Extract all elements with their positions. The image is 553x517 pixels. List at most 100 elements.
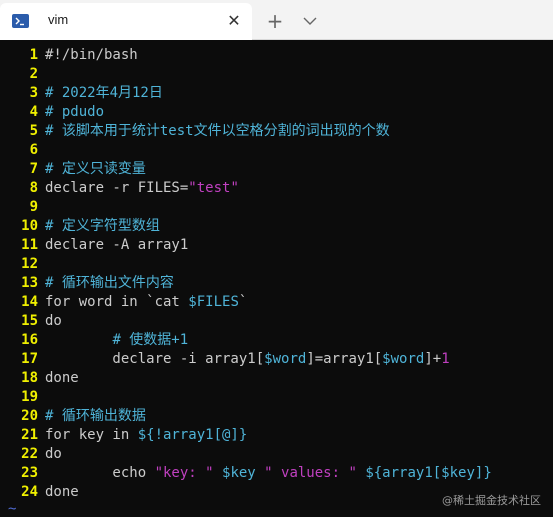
code-line: 15 do	[0, 312, 62, 331]
code-token: declare -i array1[	[45, 351, 265, 367]
code-line: 24 done	[0, 483, 79, 502]
code-text: # 定义只读变量	[45, 161, 146, 177]
code-token: do	[45, 446, 62, 462]
line-number: 13	[21, 275, 38, 291]
line-number: 17	[21, 351, 38, 367]
code-line: 6	[0, 141, 45, 160]
code-text: do	[45, 446, 62, 462]
code-text: # 循环输出文件内容	[45, 275, 174, 291]
line-number: 11	[21, 237, 38, 253]
line-number: 14	[21, 294, 38, 310]
code-token: # 定义只读变量	[45, 161, 146, 177]
code-token: $key	[222, 465, 256, 481]
title-bar: vim ✕ +	[0, 0, 553, 40]
tab-vim[interactable]: vim ✕	[0, 3, 252, 40]
code-token: # pdudo	[45, 104, 105, 120]
code-token: done	[45, 484, 79, 500]
code-text: done	[45, 484, 79, 500]
line-number: 9	[29, 199, 38, 215]
code-token: "key: "	[154, 465, 223, 481]
code-line: 4 # pdudo	[0, 103, 104, 122]
code-line: 12	[0, 255, 45, 274]
code-token: # 使数据+1	[112, 332, 189, 348]
code-text: # pdudo	[45, 104, 104, 120]
new-tab-button[interactable]: +	[263, 9, 287, 33]
code-token: "test"	[188, 180, 239, 196]
terminal-icon	[12, 14, 29, 28]
code-line: 2	[0, 65, 45, 84]
code-line: 10 # 定义字符型数组	[0, 217, 160, 236]
code-text: # 定义字符型数组	[45, 218, 160, 234]
code-text: for word in `cat $FILES`	[45, 294, 247, 310]
watermark: @稀土掘金技术社区	[442, 494, 541, 507]
code-line: 21 for key in ${!array1[@]}	[0, 426, 247, 445]
code-line: 23 echo "key: " $key " values: " ${array…	[0, 464, 492, 483]
code-text: for key in ${!array1[@]}	[45, 427, 247, 443]
code-text: echo "key: " $key " values: " ${array1[$…	[45, 465, 492, 481]
code-line: 11 declare -A array1	[0, 236, 188, 255]
code-token: for key in	[45, 427, 138, 443]
code-line: 8 declare -r FILES="test"	[0, 179, 239, 198]
line-number: 18	[21, 370, 38, 386]
code-token: # 循环输出文件内容	[45, 275, 174, 291]
line-number: 7	[29, 161, 38, 177]
code-line: 19	[0, 388, 45, 407]
code-text: declare -i array1[$word]=array1[$word]+1	[45, 351, 450, 367]
code-text: done	[45, 370, 79, 386]
code-token: $word	[382, 351, 425, 367]
code-token: ]+	[424, 351, 442, 367]
code-token: declare -r FILES=	[45, 180, 189, 196]
code-line: 17 declare -i array1[$word]=array1[$word…	[0, 350, 450, 369]
close-tab-icon[interactable]: ✕	[222, 9, 246, 33]
code-line: 14 for word in `cat $FILES`	[0, 293, 247, 312]
code-line: 3 # 2022年4月12日	[0, 84, 163, 103]
code-text: #!/bin/bash	[45, 47, 138, 63]
line-number: 20	[21, 408, 38, 424]
line-number: 16	[21, 332, 38, 348]
code-text: declare -A array1	[45, 237, 188, 253]
code-line: 18 done	[0, 369, 79, 388]
line-number: 23	[21, 465, 38, 481]
line-number: 2	[29, 66, 38, 82]
line-number: 6	[29, 142, 38, 158]
code-token: ${array1[$key]}	[365, 465, 492, 481]
code-line: 7 # 定义只读变量	[0, 160, 146, 179]
code-line: 20 # 循环输出数据	[0, 407, 146, 426]
line-number: 1	[29, 47, 38, 63]
code-line: 9	[0, 198, 45, 217]
line-number: 15	[21, 313, 38, 329]
code-line: 1 #!/bin/bash	[0, 46, 138, 65]
code-line: 16 # 使数据+1	[0, 331, 188, 350]
line-number: 22	[21, 446, 38, 462]
chevron-down-icon[interactable]	[298, 9, 322, 33]
line-number: 12	[21, 256, 38, 272]
code-line: 13 # 循环输出文件内容	[0, 274, 174, 293]
line-number: 10	[21, 218, 38, 234]
code-text: # 该脚本用于统计test文件以空格分割的词出现的个数	[45, 123, 390, 139]
line-number: 24	[21, 484, 38, 500]
code-line: 22 do	[0, 445, 62, 464]
code-token: ${!array1[@]}	[137, 427, 248, 443]
code-text: # 2022年4月12日	[45, 85, 163, 101]
code-token: declare -A array1	[45, 237, 189, 253]
line-number: 4	[29, 104, 38, 120]
code-token: # 2022年4月12日	[45, 85, 163, 101]
code-token: # 定义字符型数组	[45, 218, 160, 234]
line-number: 21	[21, 427, 38, 443]
code-token: ]=array1[	[306, 351, 383, 367]
code-token: " values: "	[255, 465, 366, 481]
line-number: 5	[29, 123, 38, 139]
code-token: 1	[441, 351, 450, 367]
code-token: for word in `cat	[45, 294, 189, 310]
line-number: 19	[21, 389, 38, 405]
line-number: 8	[29, 180, 38, 196]
code-token: $FILES	[188, 294, 239, 310]
terminal-pane[interactable]: ~ @稀土掘金技术社区 1 #!/bin/bash 2 3 # 2022年4月12日 4 #…	[0, 40, 553, 517]
code-token: done	[45, 370, 79, 386]
code-text: # 循环输出数据	[45, 408, 146, 424]
code-token: do	[45, 313, 62, 329]
code-token: echo	[45, 465, 155, 481]
code-text: do	[45, 313, 62, 329]
code-token: $word	[264, 351, 307, 367]
